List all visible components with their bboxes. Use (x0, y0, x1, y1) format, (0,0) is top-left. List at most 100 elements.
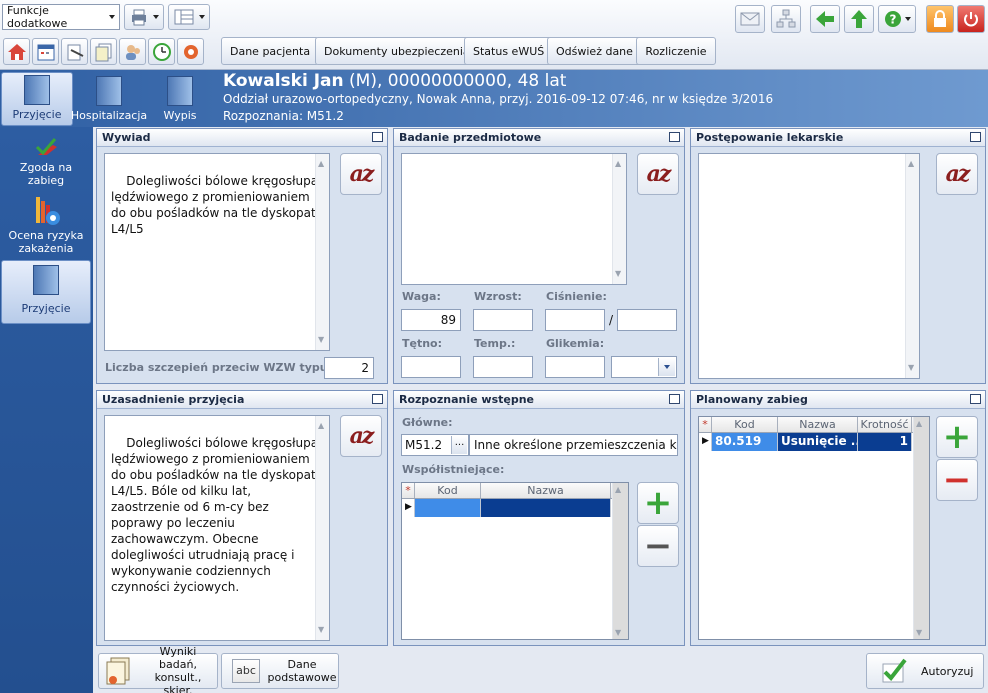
network-button[interactable] (771, 5, 801, 33)
badanie-panel: Badanie przedmiotowe az Waga: Wzrost: Ci… (393, 128, 685, 384)
calendar-button[interactable] (32, 38, 59, 65)
documents-button[interactable] (90, 38, 117, 65)
funkcje-dodatkowe-dropdown[interactable]: Funkcje dodatkowe (2, 4, 120, 30)
print-dropdown-button[interactable] (124, 4, 164, 30)
add-diagnosis-button[interactable]: + (637, 482, 679, 524)
add-procedure-button[interactable]: + (936, 416, 978, 458)
pen-paper-icon (67, 44, 83, 60)
power-button[interactable] (957, 5, 985, 33)
home-button[interactable] (3, 38, 30, 65)
back-button[interactable] (810, 5, 840, 33)
status-ewus-button[interactable]: Status eWUŚ (464, 37, 554, 65)
grid-header-krotnosc[interactable]: Krotność (858, 417, 912, 432)
maximize-icon[interactable] (970, 394, 981, 404)
arrow-left-icon (816, 11, 834, 27)
scrollbar[interactable] (905, 154, 919, 378)
badanie-textarea[interactable] (401, 153, 627, 285)
text-templates-button[interactable]: az (340, 415, 382, 457)
grid-cell-kod[interactable] (415, 499, 481, 517)
table-row[interactable]: ▶ (402, 499, 628, 517)
scrollbar[interactable] (913, 417, 929, 639)
maximize-icon[interactable] (669, 132, 680, 142)
chevron-down-icon (109, 15, 115, 19)
grid-cell-nazwa[interactable]: Usunięcie ... (778, 433, 858, 451)
maximize-icon[interactable] (372, 394, 383, 404)
remove-procedure-button[interactable]: − (936, 459, 978, 501)
mail-button[interactable] (735, 5, 765, 33)
settings-button[interactable] (177, 38, 204, 65)
glikemia-input[interactable] (545, 356, 605, 378)
dane-podstawowe-button[interactable]: abc Dane podstawowe (221, 653, 339, 689)
dokumenty-ubezpieczenia-button[interactable]: Dokumenty ubezpieczenia (315, 37, 479, 65)
history-button[interactable] (148, 38, 175, 65)
grid-cell-krotnosc[interactable]: 1 (858, 433, 912, 451)
sidebar-item-zgoda-na-zabieg[interactable]: Zgoda na zabieg (1, 135, 91, 187)
grid-header-kod[interactable]: Kod (415, 483, 481, 498)
wzw-input[interactable]: 2 (324, 357, 374, 379)
rozpoznanie-name-field[interactable]: Inne określone przemieszczenia k... (469, 434, 678, 456)
grid-cell-nazwa[interactable] (481, 499, 611, 517)
maximize-icon[interactable] (970, 132, 981, 142)
uzasadnienie-textarea[interactable]: Dolegliwości bólowe kręgosłupa lędźwiowe… (104, 415, 330, 641)
remove-diagnosis-button[interactable]: − (637, 525, 679, 567)
calendar-icon (37, 44, 54, 60)
scrollbar[interactable] (612, 483, 628, 639)
autoryzuj-button[interactable]: Autoryzuj (866, 653, 984, 689)
icd-lookup-button[interactable]: ... (451, 436, 467, 454)
scrollbar[interactable] (612, 154, 626, 284)
power-icon (964, 12, 978, 27)
up-button[interactable] (844, 5, 874, 33)
wzrost-input[interactable] (473, 309, 533, 331)
wspolistniejace-label: Współistniejące: (402, 463, 505, 476)
text-templates-button[interactable]: az (936, 153, 978, 195)
sidebar-item-ocena-ryzyka[interactable]: Ocena ryzyka zakażenia (1, 195, 91, 255)
wywiad-textarea[interactable]: Dolegliwości bólowe kręgosłupa lędźwiowe… (104, 153, 330, 351)
tab-hospitalizacja[interactable]: Hospitalizacja (71, 72, 147, 126)
scrollbar[interactable] (315, 416, 329, 640)
az-templates-icon: az (349, 423, 375, 449)
grid-cell-kod[interactable]: 80.519 (712, 433, 778, 451)
rozliczenie-button[interactable]: Rozliczenie (636, 37, 716, 65)
help-dropdown-button[interactable]: ? (878, 5, 916, 33)
temp-input[interactable] (473, 356, 533, 378)
lock-button[interactable] (926, 5, 954, 33)
rozpoznanie-code-field[interactable]: M51.2 ... (401, 434, 469, 456)
grid-header-nazwa[interactable]: Nazwa (481, 483, 611, 498)
wzw-value: 2 (361, 361, 369, 375)
tab-wypis[interactable]: Wypis (144, 72, 216, 126)
sidebar-item-przyjecie[interactable]: Przyjęcie (1, 260, 91, 324)
cisnienie-rozkurczowe-input[interactable] (617, 309, 677, 331)
abc-icon: abc (232, 659, 260, 683)
maximize-icon[interactable] (372, 132, 383, 142)
glikemia-unit-select[interactable] (611, 356, 677, 378)
tetno-input[interactable] (401, 356, 461, 378)
postepowanie-textarea[interactable] (698, 153, 920, 379)
notes-button[interactable] (61, 38, 88, 65)
odswiez-dane-button[interactable]: Odśwież dane (547, 37, 642, 65)
tetno-label: Tętno: (402, 337, 443, 350)
grid-header-kod[interactable]: Kod (712, 417, 778, 432)
select-dropdown-button[interactable] (658, 358, 675, 376)
layout-dropdown-button[interactable] (168, 4, 210, 30)
table-row[interactable]: ▶ 80.519 Usunięcie ... 1 (699, 433, 929, 451)
grid-header-nazwa[interactable]: Nazwa (778, 417, 858, 432)
waga-input[interactable]: 89 (401, 309, 461, 331)
hospital-icon (96, 76, 122, 106)
maximize-icon[interactable] (669, 394, 680, 404)
rozpoznanie-panel: Rozpoznanie wstępne Główne: M51.2 ... In… (393, 390, 685, 646)
patients-button[interactable] (119, 38, 146, 65)
wyniki-badan-button[interactable]: Wyniki badań, konsult., skier. (98, 645, 218, 693)
cisnienie-skurczowe-input[interactable] (545, 309, 605, 331)
postepowanie-panel: Postępowanie lekarskie az (690, 128, 986, 384)
wyniki-badan-label: Wyniki badań, konsult., skier. (154, 645, 202, 693)
gear-icon (183, 44, 198, 59)
wywiad-title: Wywiad (102, 131, 151, 144)
patient-diagnoses: Rozpoznania: M51.2 (223, 109, 344, 123)
tab-przyjecie[interactable]: Przyjęcie (1, 72, 73, 126)
dane-pacjenta-button[interactable]: Dane pacjenta (221, 37, 320, 65)
text-templates-button[interactable]: az (340, 153, 382, 195)
scrollbar[interactable] (315, 154, 329, 350)
patient-header: Przyjęcie Hospitalizacja Wypis Kowalski … (0, 70, 988, 127)
text-templates-button[interactable]: az (637, 153, 679, 195)
waga-label: Waga: (402, 290, 441, 303)
